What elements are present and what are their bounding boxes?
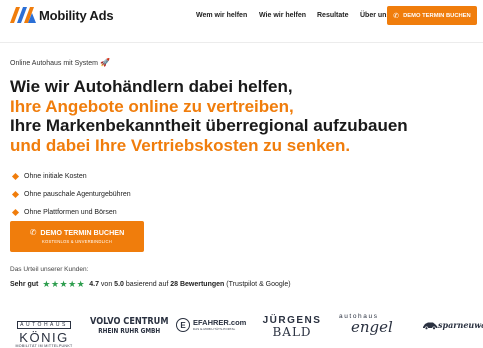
rating-based: basierend auf — [125, 281, 169, 288]
logo-autohaus-engel: autohaus engel — [339, 313, 393, 335]
spar-name: sparneuwagen — [438, 320, 483, 330]
logo-volvo-centrum: VOLVO CENTRUM RHEIN RUHR GMBH — [90, 316, 169, 336]
hero-eyebrow: Online Autohaus mit System 🚀 — [10, 58, 110, 67]
logo-autohaus-koenig: AUTOHAUS KÖNIG MOBILITÄT IM MITTELPUNKT — [7, 313, 81, 348]
demo-termin-nav-button[interactable]: ✆ DEMO TERMIN BUCHEN — [387, 6, 477, 25]
phone-icon: ✆ — [393, 12, 400, 20]
mobility-ads-logo-icon — [10, 7, 36, 23]
rating-source: (Trustpilot & Google) — [226, 281, 291, 288]
brand-logo[interactable]: Mobility Ads — [10, 7, 114, 23]
eyebrow-text: Online Autohaus mit System — [10, 60, 98, 67]
cta-main-line: ✆ DEMO TERMIN BUCHEN — [10, 228, 144, 237]
logo-text: Mobility Ads — [39, 7, 114, 23]
volvo-line-1: VOLVO CENTRUM — [90, 316, 169, 327]
car-icon — [423, 322, 438, 330]
headline-line-2: Ihre Angebote online zu vertreiben, — [10, 96, 294, 116]
rating-verdict: Sehr gut — [10, 281, 39, 288]
nav-link-wem-wir-helfen[interactable]: Wem wir helfen — [196, 12, 247, 19]
bullet-text: Ohne pauschale Agenturgebühren — [24, 190, 131, 198]
hero-headline: Wie wir Autohändlern dabei helfen, Ihre … — [10, 77, 408, 155]
koenig-top: AUTOHAUS — [17, 321, 71, 329]
customer-logo-strip: AUTOHAUS KÖNIG MOBILITÄT IM MITTELPUNKT … — [0, 310, 483, 348]
headline-line-3: Ihre Markenbekanntheit überregional aufz… — [10, 116, 408, 135]
koenig-main: KÖNIG — [19, 330, 69, 345]
logo-efahrer: E EFAHRER.com DAS E-MOBILITÄTS-PORTAL — [176, 318, 246, 332]
top-navigation: Mobility Ads Wem wir helfen Wie wir helf… — [0, 0, 483, 34]
rating-count: 28 Bewertungen — [170, 281, 225, 288]
cta-sublabel: KOSTENLOS & UNVERBINDLICH — [42, 239, 112, 244]
rocket-icon: 🚀 — [99, 58, 110, 67]
rating-of: von — [100, 281, 113, 288]
nav-link-ueber-uns[interactable]: Über uns — [360, 12, 390, 19]
cta-label: DEMO TERMIN BUCHEN — [40, 228, 125, 237]
rating-score: 4.7 — [89, 281, 99, 288]
efahrer-name: EFAHRER.com — [193, 318, 247, 327]
nav-link-resultate[interactable]: Resultate — [317, 12, 349, 19]
benefit-list: Ohne initiale Kosten Ohne pauschale Agen… — [11, 167, 131, 221]
headline-line-1: Wie wir Autohändlern dabei helfen, — [10, 77, 293, 96]
logo-sparneuwagen: sparneuwagen — [422, 320, 483, 330]
list-item: Ohne pauschale Agenturgebühren — [11, 185, 131, 203]
efahrer-mark-icon: E — [176, 318, 190, 332]
diamond-bullet-icon — [11, 172, 20, 180]
juergens-line-2: BALD — [272, 325, 312, 339]
diamond-bullet-icon — [11, 190, 20, 198]
nav-link-wie-wir-helfen[interactable]: Wie wir helfen — [259, 12, 306, 19]
headline-line-4: und dabei Ihre Vertriebskosten zu senken… — [10, 135, 351, 155]
list-item: Ohne initiale Kosten — [11, 167, 131, 185]
rating-intro: Das Urteil unserer Kunden: — [10, 266, 89, 273]
nav-divider — [0, 42, 483, 43]
rating-summary: Sehr gut ★★★★★ 4.7 von 5.0 basierend auf… — [10, 279, 291, 290]
bullet-text: Ohne initiale Kosten — [24, 172, 87, 180]
list-item: Ohne Plattformen und Börsen — [11, 203, 131, 221]
efahrer-tag: DAS E-MOBILITÄTS-PORTAL — [193, 327, 236, 331]
volvo-line-2: RHEIN RUHR GMBH — [98, 327, 161, 335]
logo-juergens-bald: JÜRGENS BALD — [258, 315, 326, 339]
demo-termin-hero-button[interactable]: ✆ DEMO TERMIN BUCHEN KOSTENLOS & UNVERBIN… — [10, 221, 144, 252]
engel-line-2: engel — [351, 318, 393, 336]
koenig-tag: MOBILITÄT IM MITTELPUNKT — [15, 344, 73, 348]
rating-max: 5.0 — [114, 281, 124, 288]
bullet-text: Ohne Plattformen und Börsen — [24, 208, 117, 216]
star-rating-icon: ★★★★★ — [42, 279, 86, 289]
phone-icon: ✆ — [29, 228, 37, 237]
diamond-bullet-icon — [11, 208, 20, 216]
nav-cta-label: DEMO TERMIN BUCHEN — [403, 12, 471, 19]
